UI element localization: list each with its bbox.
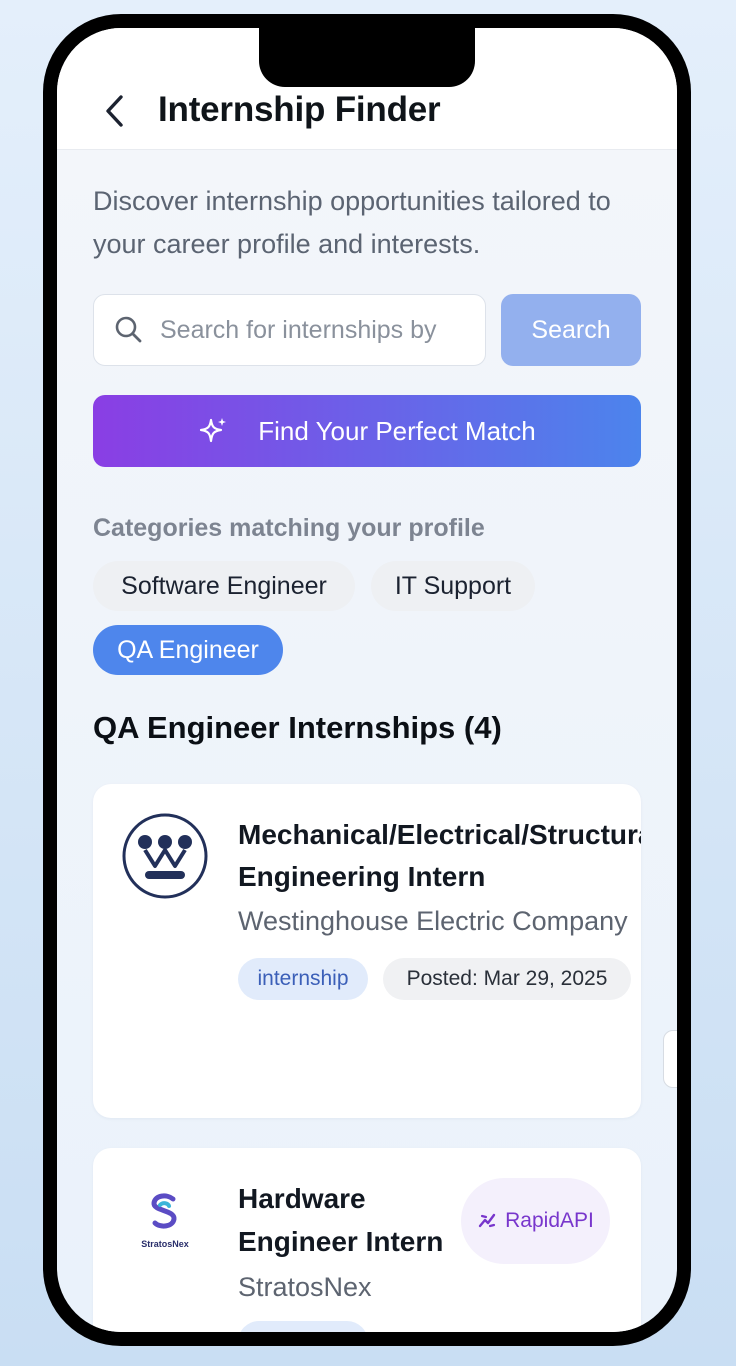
category-chip-it-support[interactable]: IT Support: [371, 561, 535, 611]
find-perfect-match-label: Find Your Perfect Match: [258, 415, 536, 446]
device-notch: [259, 28, 475, 87]
job-title-line-2: Engineer Intern: [238, 1226, 444, 1257]
stratosnex-logo-icon: [151, 1193, 177, 1229]
search-input[interactable]: [160, 307, 478, 353]
back-button[interactable]: [97, 92, 131, 130]
westinghouse-logo-icon: [122, 813, 208, 899]
source-badge-rapidapi[interactable]: RapidAPI: [461, 1178, 610, 1264]
category-chip-software-engineer[interactable]: Software Engineer: [93, 561, 355, 611]
company-name: Westinghouse Electric Company: [238, 906, 628, 936]
job-title-line-1: Mechanical/Electrical/Structural: [238, 819, 641, 850]
stratosnex-logo-text: StratosNex: [141, 1239, 189, 1249]
app-screen: Internship Finder Discover internship op…: [57, 28, 677, 1332]
category-chip-qa-engineer[interactable]: QA Engineer: [93, 625, 283, 675]
intro-text: Discover internship opportunities tailor…: [93, 186, 611, 259]
rapidapi-label: RapidAPI: [505, 1209, 594, 1232]
search-icon: [115, 316, 142, 343]
categories-heading: Categories matching your profile: [93, 514, 485, 542]
chevron-left-icon: [106, 95, 123, 127]
rapidapi-icon: [478, 1213, 496, 1228]
side-action-tab[interactable]: [663, 1030, 677, 1088]
phone-frame: Internship Finder Discover internship op…: [43, 14, 691, 1346]
page-title: Internship Finder: [158, 90, 441, 129]
job-title-line-2: Engineering Intern: [238, 861, 486, 892]
internship-card[interactable]: Mechanical/Electrical/Structural Enginee…: [93, 784, 641, 1118]
company-name: StratosNex: [238, 1272, 372, 1302]
find-perfect-match-button[interactable]: Find Your Perfect Match: [93, 395, 641, 467]
search-button[interactable]: Search: [501, 294, 641, 366]
job-type-tag: internship: [238, 1321, 368, 1332]
results-heading: QA Engineer Internships (4): [93, 710, 502, 745]
job-title-line-1: Hardware: [238, 1183, 366, 1214]
posted-date-tag: Posted: Mar 29, 2025: [383, 958, 631, 1000]
job-type-tag: internship: [238, 958, 368, 1000]
internship-card[interactable]: StratosNex Hardware Engineer Intern Stra…: [93, 1148, 641, 1332]
stratosnex-logo: StratosNex: [127, 1192, 203, 1252]
search-field[interactable]: [93, 294, 486, 366]
sparkle-icon: [200, 418, 227, 443]
